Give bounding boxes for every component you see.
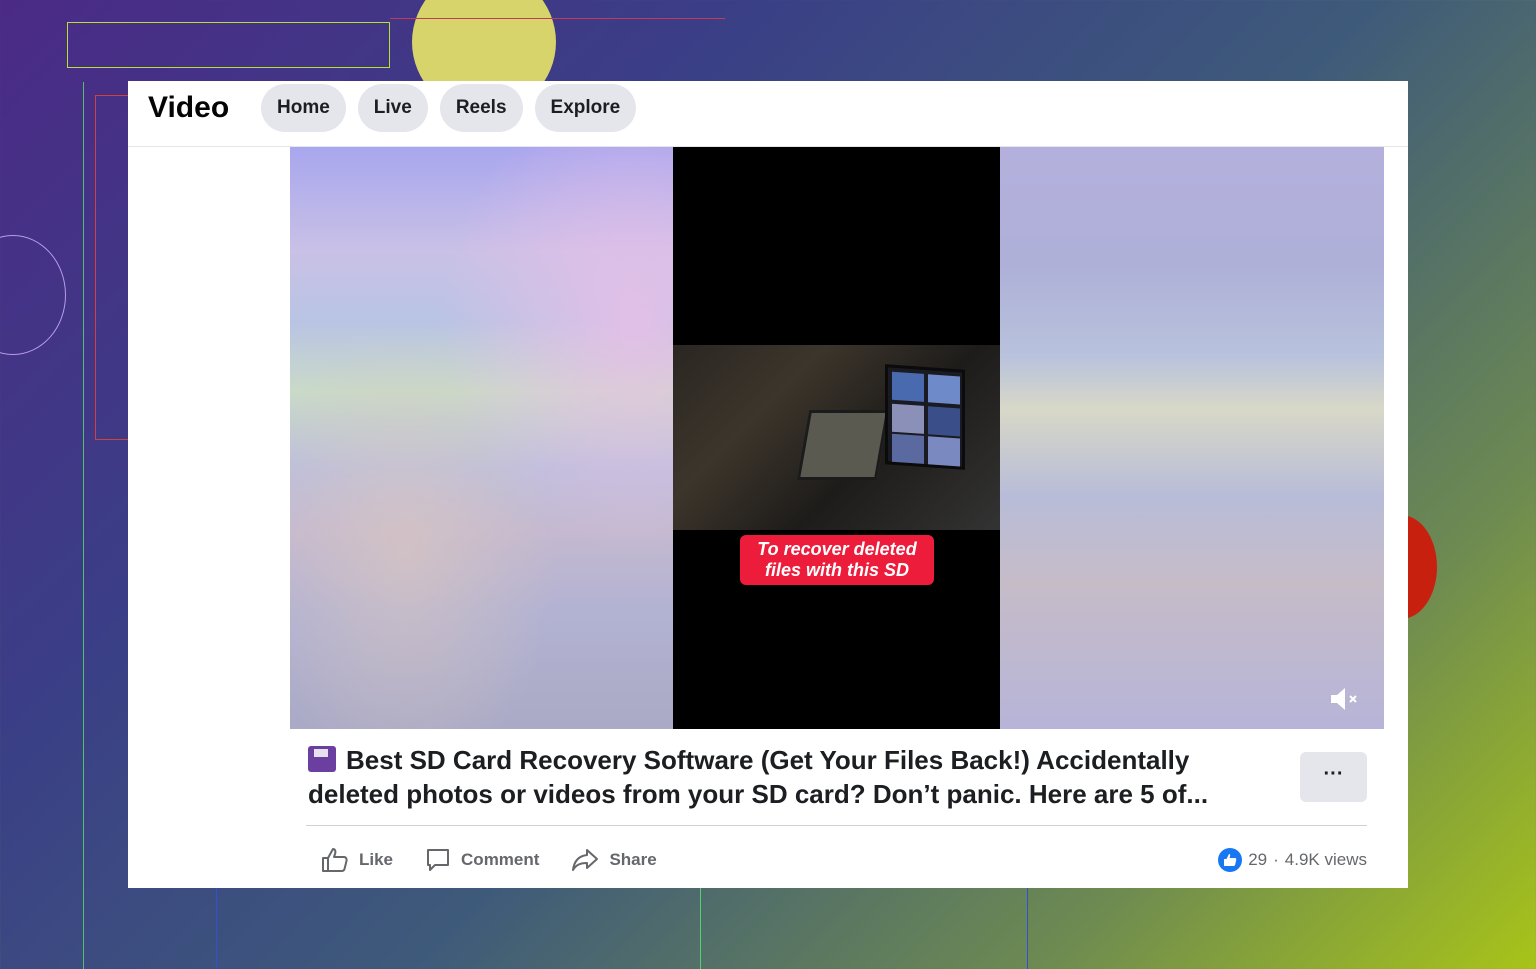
- video-header: Video Home Live Reels Explore: [128, 81, 1408, 147]
- tab-live[interactable]: Live: [357, 84, 428, 132]
- share-label: Share: [609, 850, 657, 869]
- like-label: Like: [359, 850, 394, 869]
- video-caption: To recover deleted files with this SD: [740, 535, 934, 585]
- caption-line: files with this SD: [764, 560, 910, 580]
- bg-line: [83, 82, 84, 969]
- tab-home[interactable]: Home: [261, 84, 346, 132]
- bg-outline-circle: [0, 235, 66, 355]
- views-count: 4.9K views: [1284, 850, 1367, 869]
- like-reaction-icon[interactable]: [1218, 848, 1243, 872]
- video-player[interactable]: To recover deleted files with this SD: [290, 147, 1384, 729]
- tab-bar: Home Live Reels Explore: [261, 84, 637, 132]
- video-panel: Video Home Live Reels Explore To recover…: [128, 81, 1408, 888]
- page-title: Video: [148, 91, 230, 124]
- post-title-line2: deleted photos or videos from your SD ca…: [308, 779, 1209, 809]
- divider: [306, 825, 1367, 826]
- post-actions: Like Comment Share: [321, 845, 657, 875]
- more-options-button[interactable]: ···: [1300, 752, 1367, 802]
- video-frame: To recover deleted files with this SD: [673, 147, 1000, 729]
- video-blur-backdrop-right: [1000, 147, 1384, 729]
- post-title-line1: Best SD Card Recovery Software (Get Your…: [346, 745, 1190, 775]
- bg-line: [216, 888, 217, 969]
- stats-separator: ·: [1273, 850, 1279, 869]
- reactions-count[interactable]: 29: [1248, 850, 1267, 870]
- tab-reels[interactable]: Reels: [439, 84, 523, 132]
- share-icon: [572, 849, 599, 871]
- thumbs-up-icon: [322, 848, 348, 872]
- bg-line: [390, 18, 725, 19]
- post-title: Best SD Card Recovery Software (Get Your…: [308, 743, 1283, 811]
- bg-line: [1027, 888, 1028, 969]
- caption-line: To recover deleted: [757, 539, 917, 559]
- tab-explore[interactable]: Explore: [534, 84, 637, 132]
- comment-label: Comment: [461, 850, 540, 869]
- comment-icon: [427, 849, 450, 871]
- post-stats: 29 · 4.9K views: [1218, 848, 1367, 872]
- like-button[interactable]: Like: [321, 845, 393, 875]
- video-blur-backdrop-left: [290, 147, 673, 729]
- comment-button[interactable]: Comment: [425, 845, 539, 875]
- bg-outline-rect: [67, 22, 390, 68]
- floppy-disk-icon: [308, 746, 336, 772]
- share-button[interactable]: Share: [571, 845, 657, 875]
- monitor-image: [885, 364, 965, 470]
- volume-muted-icon[interactable]: [1328, 685, 1362, 715]
- laptop-image: [796, 410, 890, 480]
- bg-line: [700, 888, 701, 969]
- video-scene-image: [673, 345, 1000, 530]
